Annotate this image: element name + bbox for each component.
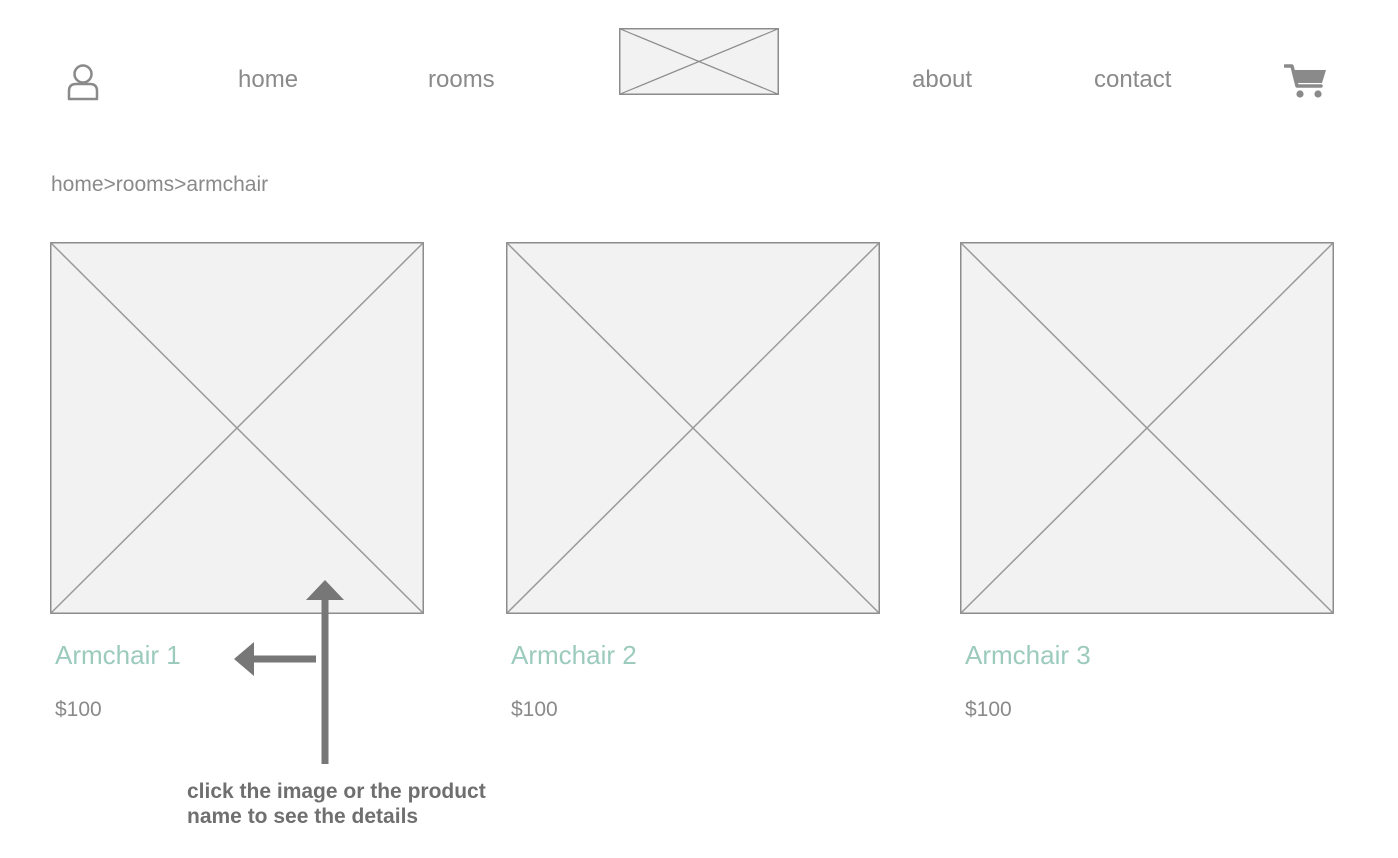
- product-price: $100: [511, 698, 558, 721]
- product-name[interactable]: Armchair 1: [55, 640, 181, 671]
- nav-contact[interactable]: contact: [1094, 66, 1171, 94]
- product-image[interactable]: [50, 242, 424, 614]
- nav-home[interactable]: home: [238, 66, 298, 94]
- user-icon[interactable]: [66, 63, 100, 101]
- product-name[interactable]: Armchair 2: [511, 640, 637, 671]
- logo-placeholder[interactable]: [619, 28, 779, 95]
- product-image[interactable]: [960, 242, 1334, 614]
- product-price: $100: [55, 698, 102, 721]
- nav-about[interactable]: about: [912, 66, 972, 94]
- breadcrumb-separator: >: [174, 173, 187, 196]
- breadcrumb-separator: >: [103, 173, 116, 196]
- annotation-text: click the image or the product name to s…: [187, 780, 486, 828]
- breadcrumb: home>rooms>armchair: [51, 173, 268, 197]
- product-price: $100: [965, 698, 1012, 721]
- product-image[interactable]: [506, 242, 880, 614]
- cart-icon[interactable]: [1283, 62, 1328, 100]
- breadcrumb-home[interactable]: home: [51, 173, 104, 196]
- breadcrumb-armchair: armchair: [186, 173, 269, 196]
- breadcrumb-rooms[interactable]: rooms: [116, 173, 174, 196]
- annotation-arrow-left-icon: [234, 642, 316, 676]
- nav-rooms[interactable]: rooms: [428, 66, 495, 94]
- product-name[interactable]: Armchair 3: [965, 640, 1091, 671]
